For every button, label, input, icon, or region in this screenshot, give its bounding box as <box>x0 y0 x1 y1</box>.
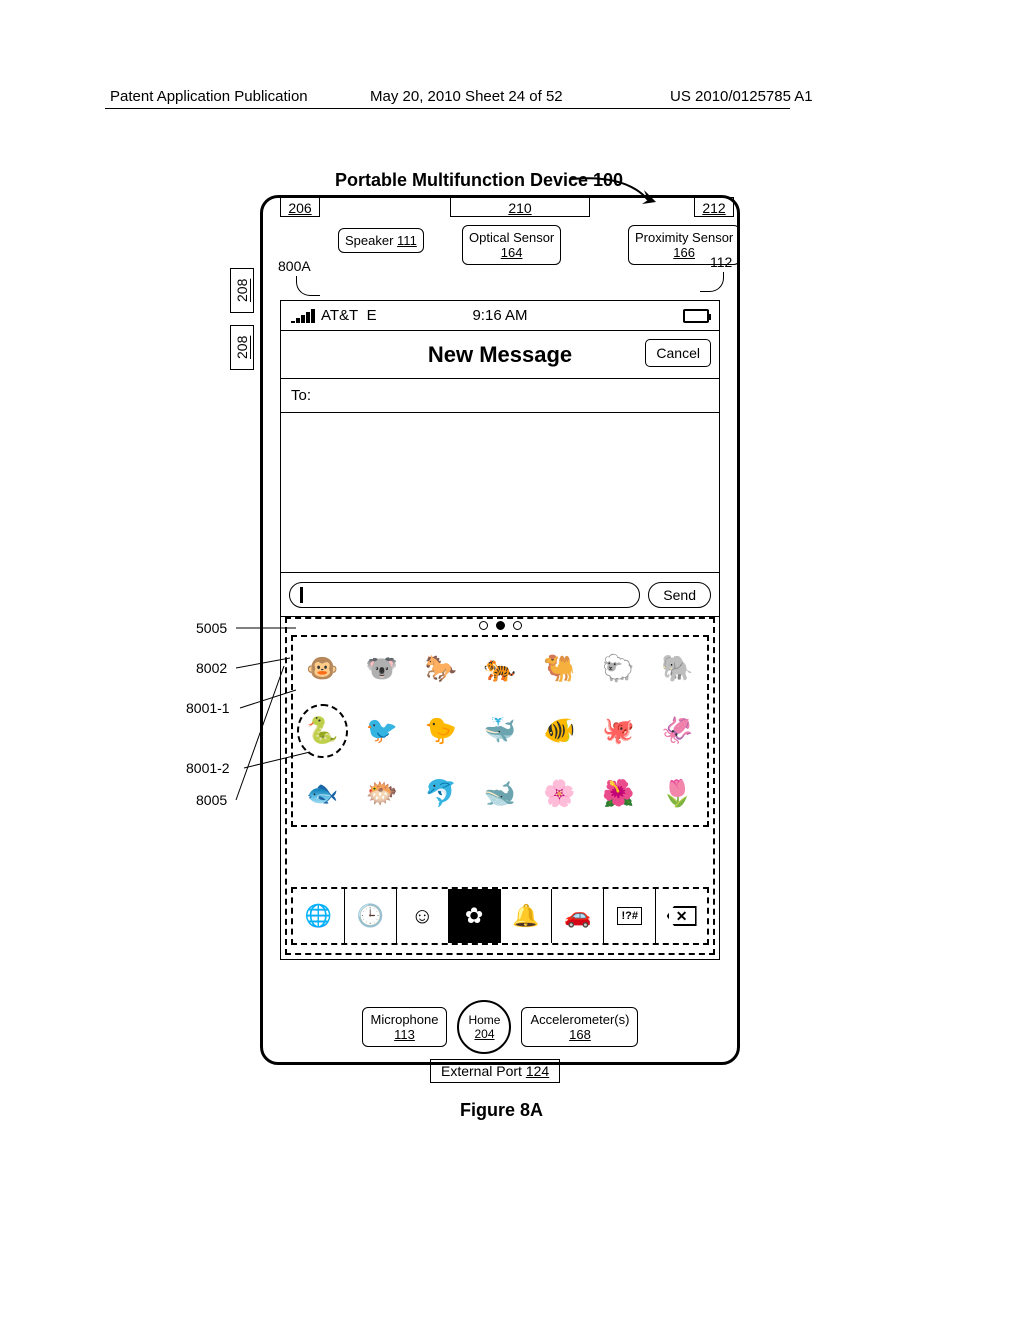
emoji-grid: 🐵 🐨 🐎 🐅 🐫 🐑 🐘 🐍 🐦 🐤 🐳 🐠 🐙 🦑 🐟 🐡 🐬 🐋 🌸 <box>293 637 707 825</box>
callout-leaders <box>230 610 320 830</box>
dot-3 <box>513 621 522 630</box>
caret-icon <box>300 587 303 603</box>
bell-category-button[interactable]: 🔔 <box>501 889 553 943</box>
clock-label: 9:16 AM <box>281 307 719 324</box>
speaker-label: Speaker 111 <box>338 228 424 253</box>
label-800a: 800A <box>278 258 311 274</box>
emoji-key[interactable]: 🐋 <box>470 762 529 825</box>
emoji-key[interactable]: 🐙 <box>589 700 648 763</box>
to-label: To: <box>291 387 311 404</box>
emoji-key[interactable]: 🐫 <box>530 637 589 700</box>
emoji-keyboard: 🐵 🐨 🐎 🐅 🐫 🐑 🐘 🐍 🐦 🐤 🐳 🐠 🐙 🦑 🐟 🐡 🐬 🐋 🌸 <box>281 617 719 959</box>
message-body[interactable] <box>281 413 719 573</box>
emoji-key[interactable]: 🌷 <box>648 762 707 825</box>
callout-8005: 8005 <box>196 792 227 808</box>
page-title: New Message <box>428 342 572 368</box>
callout-8001-1: 8001-1 <box>186 700 230 716</box>
compose-row: Send <box>281 573 719 617</box>
ref-210: 210 <box>450 197 590 217</box>
page-indicator[interactable] <box>281 621 719 630</box>
cancel-button[interactable]: Cancel <box>645 339 711 367</box>
send-button[interactable]: Send <box>648 582 711 608</box>
nav-bar: New Message Cancel <box>281 331 719 379</box>
car-category-button[interactable]: 🚗 <box>552 889 604 943</box>
emoji-key[interactable]: 🌸 <box>530 762 589 825</box>
label-112: 112 <box>710 254 732 270</box>
text-input[interactable] <box>289 582 640 608</box>
figure-caption: Figure 8A <box>460 1100 543 1121</box>
emoji-key[interactable]: 🌺 <box>589 762 648 825</box>
emoji-grid-outline: 🐵 🐨 🐎 🐅 🐫 🐑 🐘 🐍 🐦 🐤 🐳 🐠 🐙 🦑 🐟 🐡 🐬 🐋 🌸 <box>291 635 709 827</box>
optical-sensor-label: Optical Sensor 164 <box>462 225 561 265</box>
globe-button[interactable]: 🌐 <box>293 889 345 943</box>
smiley-category-button[interactable]: ☺ <box>397 889 449 943</box>
to-field[interactable]: To: <box>281 379 719 413</box>
header-right: US 2010/0125785 A1 <box>670 88 813 105</box>
symbols-category-button[interactable]: !?# <box>604 889 656 943</box>
emoji-key[interactable]: 🐡 <box>352 762 411 825</box>
emoji-key[interactable]: 🐑 <box>589 637 648 700</box>
emoji-key[interactable]: 🐤 <box>411 700 470 763</box>
battery-icon <box>683 309 709 323</box>
header-mid: May 20, 2010 Sheet 24 of 52 <box>370 88 563 105</box>
emoji-key[interactable]: 🐘 <box>648 637 707 700</box>
callout-8002: 8002 <box>196 660 227 676</box>
emoji-key[interactable]: 🐦 <box>352 700 411 763</box>
header-rule <box>105 108 790 109</box>
nature-category-button[interactable]: ✿ <box>449 889 501 943</box>
header-left: Patent Application Publication <box>110 88 308 105</box>
delete-button[interactable]: ✕ <box>656 889 707 943</box>
status-bar: AT&T E 9:16 AM <box>281 301 719 331</box>
emoji-key[interactable]: 🐬 <box>411 762 470 825</box>
ref-212: 212 <box>694 197 734 217</box>
ref-206: 206 <box>280 197 320 217</box>
external-port-label: External Port 124 <box>430 1059 560 1083</box>
recent-button[interactable]: 🕒 <box>345 889 397 943</box>
emoji-key[interactable]: 🐳 <box>470 700 529 763</box>
callout-8001-2: 8001-2 <box>186 760 230 776</box>
ref-208-b: 208 <box>230 325 254 370</box>
emoji-key[interactable]: 🐨 <box>352 637 411 700</box>
device-screen: AT&T E 9:16 AM New Message Cancel To: Se… <box>280 300 720 960</box>
backspace-icon: ✕ <box>667 906 697 926</box>
dot-1 <box>479 621 488 630</box>
emoji-key[interactable]: 🐠 <box>530 700 589 763</box>
home-button[interactable]: Home 204 <box>457 1000 511 1054</box>
ref-208-a: 208 <box>230 268 254 313</box>
emoji-key[interactable]: 🦑 <box>648 700 707 763</box>
category-bar: 🌐 🕒 ☺ ✿ 🔔 🚗 !?# ✕ <box>291 887 709 945</box>
callout-5005: 5005 <box>196 620 227 636</box>
microphone-label: Microphone113 <box>362 1007 448 1047</box>
accelerometer-label: Accelerometer(s)168 <box>521 1007 638 1047</box>
emoji-key[interactable]: 🐎 <box>411 637 470 700</box>
dot-2 <box>496 621 505 630</box>
emoji-key[interactable]: 🐅 <box>470 637 529 700</box>
